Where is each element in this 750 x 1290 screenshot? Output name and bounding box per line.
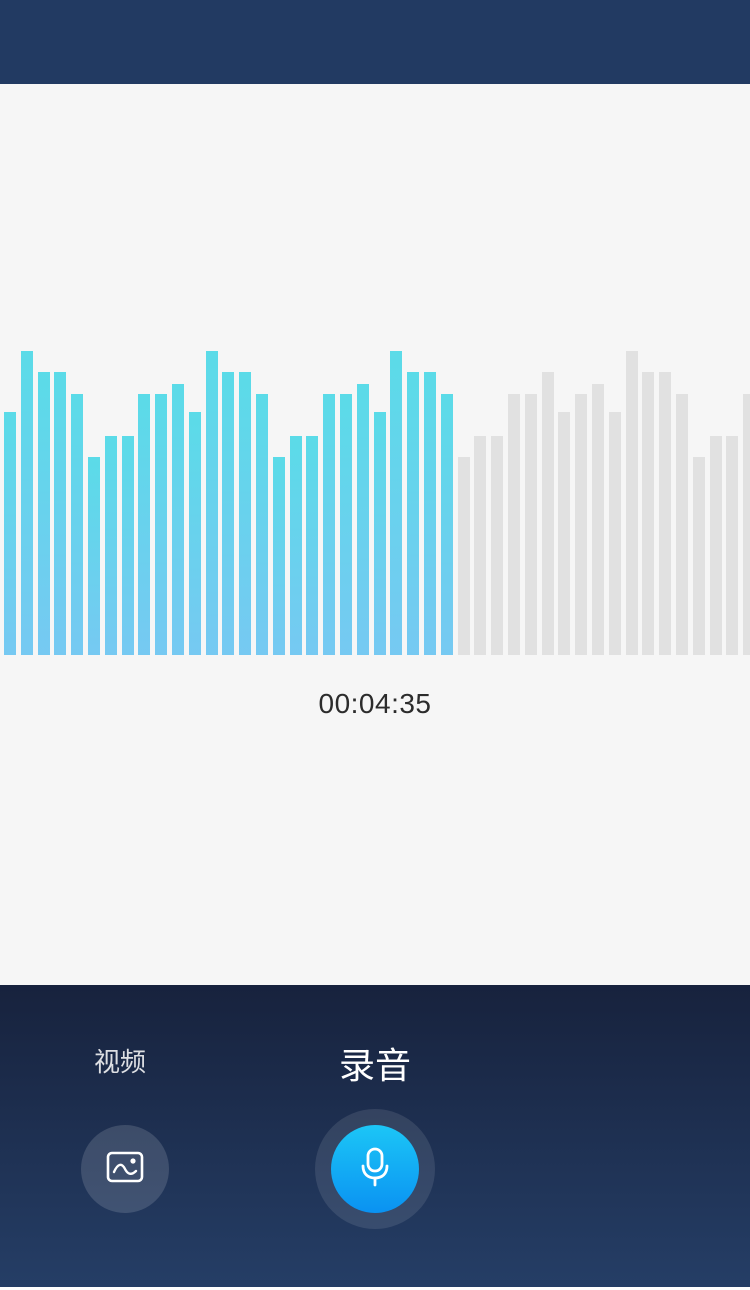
waveform-bar [524,394,537,655]
waveform-bar [440,394,453,655]
waveform-bar [239,372,252,655]
waveform-bar [138,394,151,655]
waveform-bar [172,384,184,655]
waveform-bar [575,394,588,655]
waveform-bar [205,351,218,655]
bottom-control-panel: 视频 录音 [0,985,750,1287]
waveform-bar [323,394,336,655]
waveform-bar [71,394,84,655]
waveform-bar [457,457,470,655]
waveform-bar [121,436,134,655]
waveform-bar [4,412,16,655]
waveform-bar [155,394,168,655]
waveform-bar [37,372,50,655]
waveform-bar [608,412,621,655]
waveform-bar [407,372,420,655]
waveform-bar [424,372,436,655]
waveform-bar [54,372,67,655]
waveform-bar [676,394,688,655]
waveform-bar [541,372,554,655]
image-icon [106,1151,144,1187]
waveform-bar [20,351,33,655]
top-bar [0,0,750,84]
audio-waveform [0,84,750,985]
record-button-ring [315,1109,435,1229]
waveform-bar [356,384,369,655]
waveform-bar [558,412,571,655]
recording-timer: 00:04:35 [318,688,432,719]
waveform-bar [390,351,403,655]
waveform-bar [188,412,201,655]
tab-audio[interactable]: 录音 [315,1037,435,1089]
waveform-bar [256,394,268,655]
waveform-bar [508,394,520,655]
waveform-bar [104,436,117,655]
waveform-bar [88,457,100,655]
waveform-bar [692,457,705,655]
waveform-bar [592,384,604,655]
tab-video[interactable]: 视频 [70,1042,170,1079]
waveform-bar [726,436,739,655]
waveform-bar [642,372,655,655]
waveform-bar [659,372,672,655]
waveform-bar [491,436,504,655]
waveform-bar [743,394,750,655]
waveform-bar [625,351,638,655]
waveform-bar [373,412,386,655]
waveform-bar [289,436,302,655]
gallery-button[interactable] [81,1125,169,1213]
record-button[interactable] [331,1125,419,1213]
waveform-bar [272,457,285,655]
waveform-bar [340,394,352,655]
waveform-bar [474,436,487,655]
recording-area: 00:04:35 [0,84,750,985]
microphone-icon [358,1147,392,1191]
waveform-bar [222,372,235,655]
waveform-bar [709,436,722,655]
waveform-bar [306,436,319,655]
